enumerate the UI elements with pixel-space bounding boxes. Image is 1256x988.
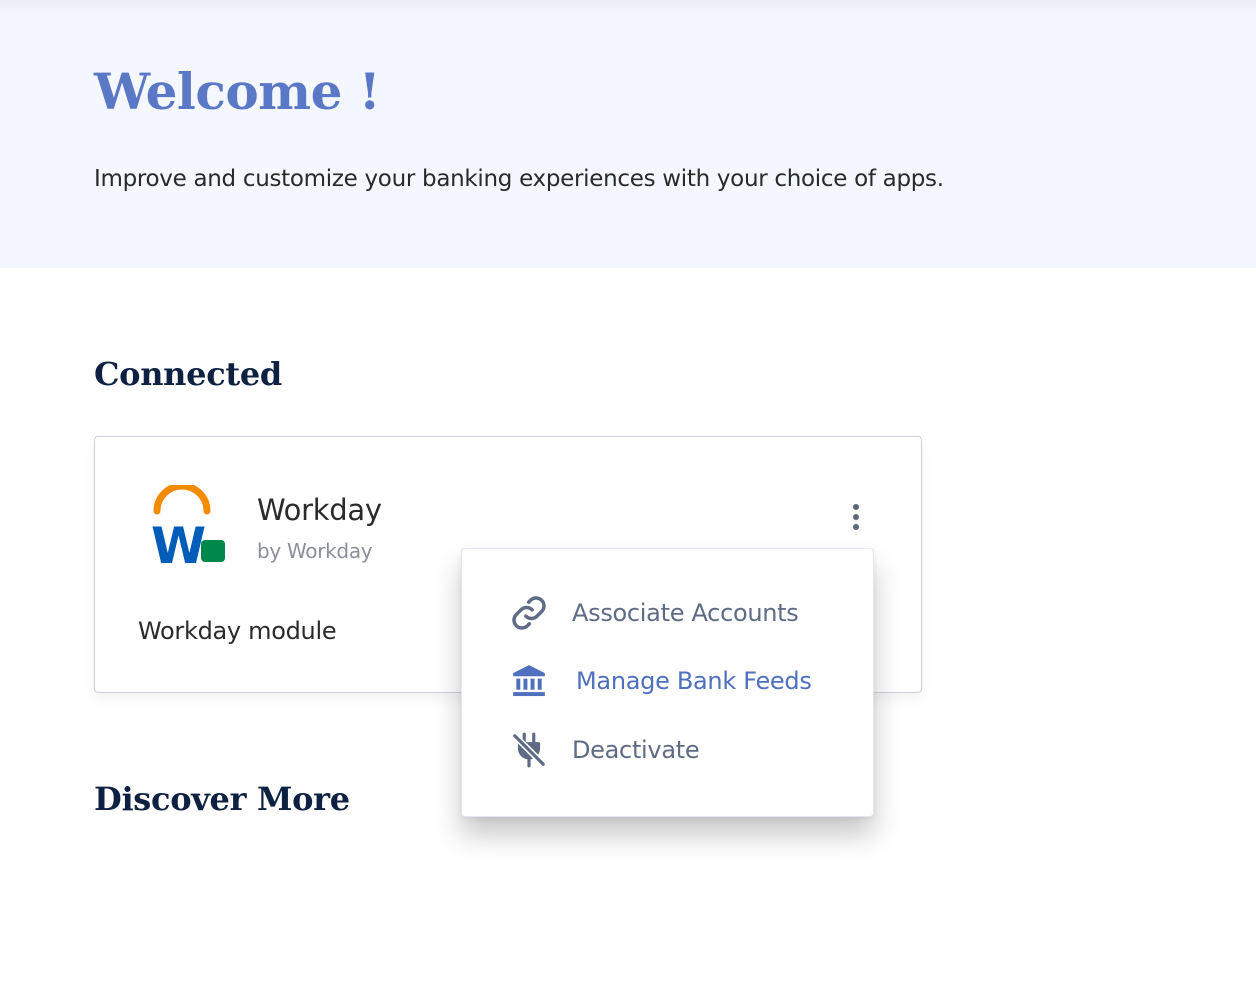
link-icon	[510, 594, 548, 632]
page-title: Welcome !	[94, 62, 381, 121]
page-subtitle: Improve and customize your banking exper…	[94, 166, 944, 192]
kebab-dot	[853, 524, 859, 530]
menu-item-deactivate[interactable]: Deactivate	[462, 722, 873, 778]
kebab-dot	[853, 504, 859, 510]
menu-item-label: Deactivate	[572, 736, 700, 764]
welcome-banner: Welcome ! Improve and customize your ban…	[0, 0, 1256, 268]
menu-item-associate-accounts[interactable]: Associate Accounts	[462, 585, 873, 641]
app-name: Workday	[257, 493, 382, 527]
workday-logo: W	[151, 482, 229, 575]
discover-more-section-title: Discover More	[94, 780, 350, 818]
app-vendor: by Workday	[257, 539, 373, 563]
app-description: Workday module	[138, 617, 337, 645]
more-vertical-icon[interactable]	[841, 497, 871, 537]
menu-item-label: Manage Bank Feeds	[576, 667, 812, 695]
unplug-icon	[510, 731, 548, 769]
bank-icon	[510, 662, 548, 700]
menu-item-label: Associate Accounts	[572, 599, 799, 627]
menu-item-manage-bank-feeds[interactable]: Manage Bank Feeds	[462, 653, 873, 709]
connected-section-title: Connected	[94, 355, 283, 393]
svg-text:W: W	[151, 517, 205, 569]
kebab-dot	[853, 514, 859, 520]
app-actions-menu: Associate Accounts Manage Bank Feeds Dea…	[461, 548, 874, 817]
